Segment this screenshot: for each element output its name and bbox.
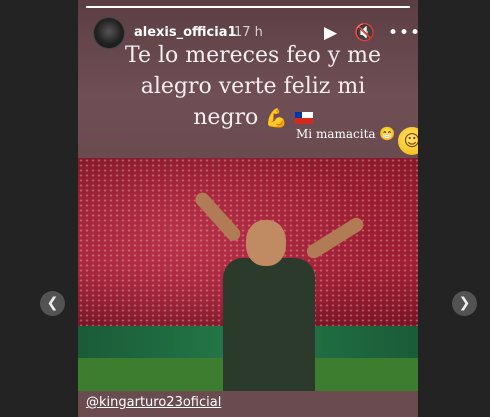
- backdrop-left: [0, 0, 78, 417]
- flexed-biceps-icon: 💪: [265, 108, 288, 129]
- grin-face-icon: 😁: [379, 127, 396, 142]
- sweat-smile-icon: ☺: [398, 127, 418, 155]
- backdrop-right: [418, 0, 490, 417]
- story-caption: Te lo mereces feo y me alegro verte feli…: [98, 40, 408, 134]
- timestamp: 17 h: [234, 25, 263, 40]
- story-viewer[interactable]: alexis_officia1 17 h ▶ 🔇 ••• Te lo merec…: [78, 0, 418, 417]
- chevron-right-icon: ❯: [458, 295, 471, 311]
- next-story-button[interactable]: ❯: [452, 291, 477, 316]
- chile-flag-icon: [294, 112, 313, 124]
- story-progress-bar: [86, 6, 410, 8]
- username[interactable]: alexis_officia1: [134, 25, 237, 40]
- caption-line-1: Te lo mereces feo y me: [125, 43, 381, 68]
- person-torso: [223, 258, 315, 391]
- caption-line-3-text: negro: [193, 105, 259, 130]
- mention-bar: @kingarturo23oficial: [78, 391, 418, 417]
- caption-line-2: alegro verte feliz mi: [140, 74, 366, 99]
- person-head: [246, 220, 286, 266]
- story-progress-fill: [86, 6, 410, 8]
- mention-link[interactable]: @kingarturo23oficial: [86, 395, 221, 410]
- reply-text: Mi mamacita 😁: [296, 127, 396, 142]
- reply-label: Mi mamacita: [296, 127, 376, 141]
- previous-story-button[interactable]: ❮: [40, 291, 65, 316]
- story-photo: [78, 158, 418, 391]
- chevron-left-icon: ❮: [46, 295, 59, 311]
